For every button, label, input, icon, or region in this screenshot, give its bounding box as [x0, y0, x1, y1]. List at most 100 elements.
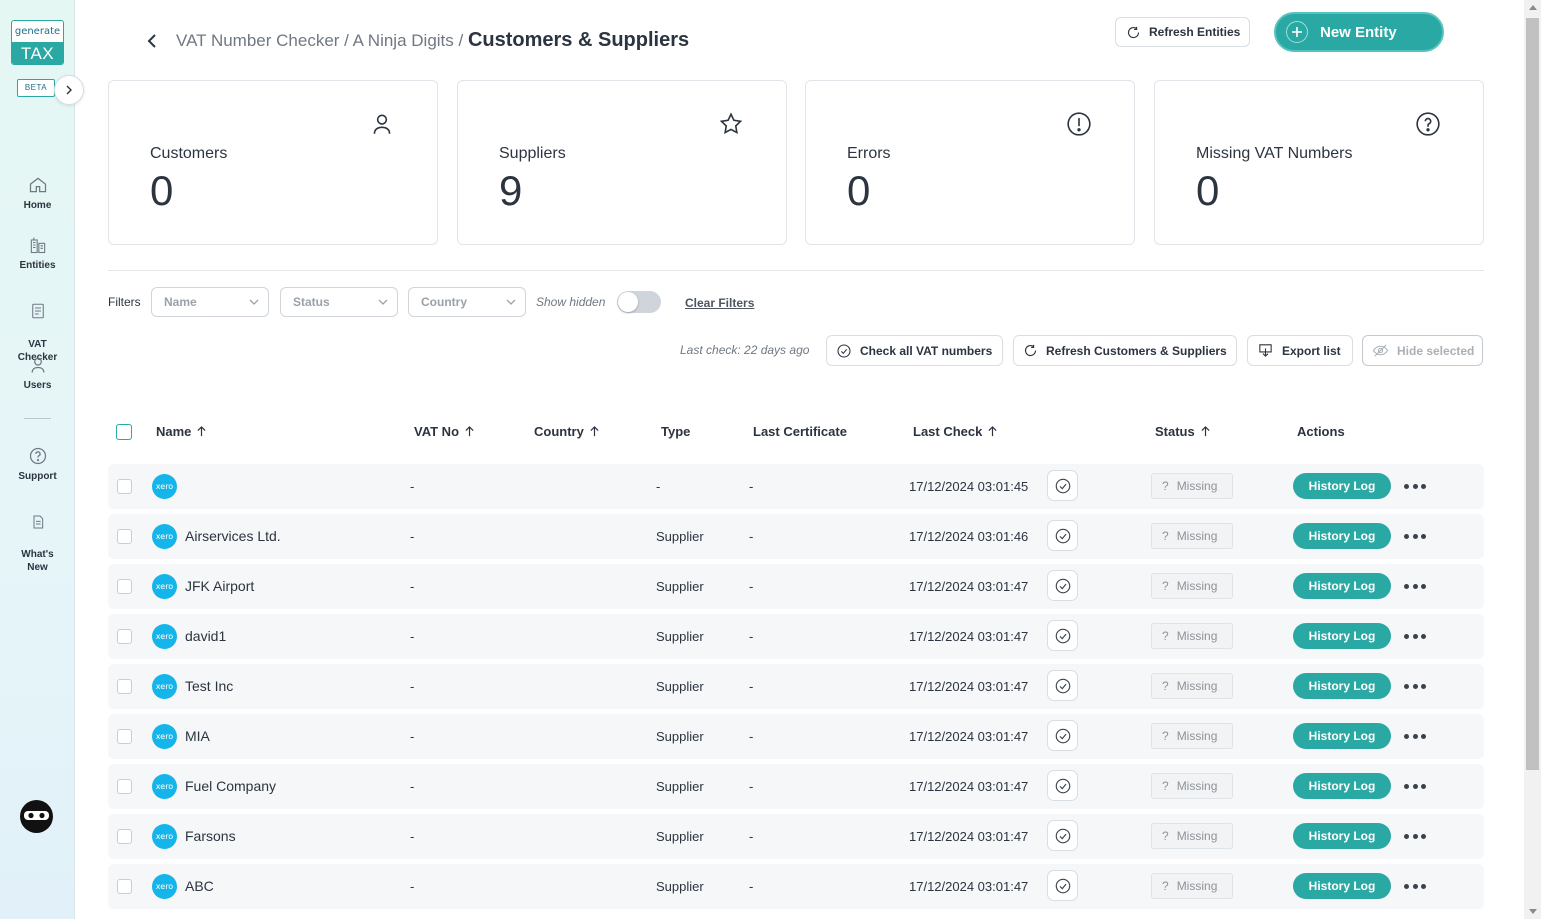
- column-header-country[interactable]: Country: [534, 424, 600, 439]
- stat-card-customers[interactable]: Customers 0: [108, 80, 438, 245]
- entity-name[interactable]: ABC: [185, 878, 214, 894]
- row-checkbox[interactable]: [117, 479, 132, 494]
- back-button[interactable]: [144, 32, 162, 50]
- scrollbar-thumb[interactable]: [1526, 18, 1539, 770]
- beta-badge: BETA: [17, 79, 55, 97]
- column-header-name[interactable]: Name: [156, 424, 207, 439]
- more-actions-icon[interactable]: [1404, 578, 1426, 594]
- scroll-up-arrow[interactable]: [1529, 5, 1537, 10]
- arrow-up-icon: [1201, 426, 1210, 437]
- table-row[interactable]: xero Airservices Ltd. - Supplier - 17/12…: [108, 514, 1484, 559]
- last-check-text: Last check: 22 days ago: [680, 343, 810, 357]
- row-checkbox[interactable]: [117, 829, 132, 844]
- more-actions-icon[interactable]: [1404, 628, 1426, 644]
- show-hidden-toggle[interactable]: [617, 291, 661, 313]
- page-scrollbar[interactable]: [1524, 0, 1541, 919]
- table-row[interactable]: xero Fuel Company - Supplier - 17/12/202…: [108, 764, 1484, 809]
- entity-name[interactable]: david1: [185, 628, 226, 644]
- sidebar-item-vat-checker[interactable]: VAT Checker: [0, 288, 75, 364]
- table-row[interactable]: xero ABC - Supplier - 17/12/2024 03:01:4…: [108, 864, 1484, 909]
- more-actions-icon[interactable]: [1404, 728, 1426, 744]
- table-row[interactable]: xero MIA - Supplier - 17/12/2024 03:01:4…: [108, 714, 1484, 759]
- history-log-button[interactable]: History Log: [1293, 773, 1391, 799]
- column-header-label: Last Certificate: [753, 424, 847, 439]
- check-all-vat-button[interactable]: Check all VAT numbers: [826, 335, 1003, 366]
- sidebar-item-support[interactable]: Support: [0, 446, 75, 483]
- refresh-customers-suppliers-button[interactable]: Refresh Customers & Suppliers: [1013, 335, 1237, 366]
- sidebar-item-label: Users: [23, 380, 52, 391]
- column-header-status[interactable]: Status: [1155, 424, 1211, 439]
- vat-number: -: [410, 729, 415, 744]
- sidebar-item-entities[interactable]: Entities: [0, 235, 75, 272]
- entity-name[interactable]: Farsons: [185, 828, 236, 844]
- generate-tax-logo[interactable]: generate TAX: [11, 20, 64, 65]
- more-actions-icon[interactable]: [1404, 778, 1426, 794]
- more-actions-icon[interactable]: [1404, 878, 1426, 894]
- check-vat-button[interactable]: [1047, 670, 1078, 701]
- clear-filters-link[interactable]: Clear Filters: [685, 296, 754, 310]
- entity-name[interactable]: Airservices Ltd.: [185, 528, 281, 544]
- entity-name[interactable]: JFK Airport: [185, 578, 254, 594]
- vat-number: -: [410, 679, 415, 694]
- row-checkbox[interactable]: [117, 879, 132, 894]
- sidebar-item-users[interactable]: Users: [0, 355, 75, 392]
- refresh-entities-button[interactable]: Refresh Entities: [1115, 17, 1250, 47]
- check-vat-button[interactable]: [1047, 770, 1078, 801]
- last-check-time: 17/12/2024 03:01:46: [909, 529, 1029, 544]
- history-log-button[interactable]: History Log: [1293, 473, 1391, 499]
- country-filter-select[interactable]: Country: [408, 287, 526, 317]
- scroll-down-arrow[interactable]: [1529, 909, 1537, 914]
- status-filter-select[interactable]: Status: [280, 287, 398, 317]
- row-checkbox[interactable]: [117, 529, 132, 544]
- column-header-last-check[interactable]: Last Check: [913, 424, 998, 439]
- row-checkbox[interactable]: [117, 779, 132, 794]
- more-actions-icon[interactable]: [1404, 528, 1426, 544]
- more-actions-icon[interactable]: [1404, 478, 1426, 494]
- name-filter-select[interactable]: Name: [151, 287, 269, 317]
- entity-name[interactable]: Fuel Company: [185, 778, 276, 794]
- stat-card-errors[interactable]: Errors 0: [805, 80, 1135, 245]
- sidebar-item-home[interactable]: Home: [0, 175, 75, 212]
- user-avatar[interactable]: [20, 800, 53, 833]
- vat-number: -: [410, 879, 415, 894]
- history-log-button[interactable]: History Log: [1293, 673, 1391, 699]
- more-actions-icon[interactable]: [1404, 828, 1426, 844]
- entity-name[interactable]: MIA: [185, 728, 210, 744]
- table-row[interactable]: xero JFK Airport - Supplier - 17/12/2024…: [108, 564, 1484, 609]
- check-vat-button[interactable]: [1047, 720, 1078, 751]
- stat-card-missing-vat[interactable]: Missing VAT Numbers 0: [1154, 80, 1484, 245]
- breadcrumb-path[interactable]: VAT Number Checker / A Ninja Digits /: [176, 31, 468, 50]
- more-actions-icon[interactable]: [1404, 678, 1426, 694]
- hide-selected-button[interactable]: Hide selected: [1362, 335, 1483, 366]
- history-log-button[interactable]: History Log: [1293, 523, 1391, 549]
- history-log-button[interactable]: History Log: [1293, 823, 1391, 849]
- row-checkbox[interactable]: [117, 629, 132, 644]
- entity-name[interactable]: Test Inc: [185, 678, 233, 694]
- history-log-button[interactable]: History Log: [1293, 723, 1391, 749]
- row-checkbox[interactable]: [117, 579, 132, 594]
- row-checkbox[interactable]: [117, 679, 132, 694]
- table-row[interactable]: xero Farsons - Supplier - 17/12/2024 03:…: [108, 814, 1484, 859]
- table-row[interactable]: xero david1 - Supplier - 17/12/2024 03:0…: [108, 614, 1484, 659]
- sidebar-expand-button[interactable]: [54, 75, 84, 105]
- column-header-vat-no[interactable]: VAT No: [414, 424, 475, 439]
- row-checkbox[interactable]: [117, 729, 132, 744]
- export-list-button[interactable]: Export list: [1247, 335, 1353, 366]
- history-log-button[interactable]: History Log: [1293, 573, 1391, 599]
- history-log-button[interactable]: History Log: [1293, 873, 1391, 899]
- check-vat-button[interactable]: [1047, 470, 1078, 501]
- check-vat-button[interactable]: [1047, 520, 1078, 551]
- table-row[interactable]: xero - - - 17/12/2024 03:01:45 ? Missing…: [108, 464, 1484, 509]
- stat-card-suppliers[interactable]: Suppliers 9: [457, 80, 787, 245]
- new-entity-button[interactable]: New Entity: [1274, 12, 1444, 52]
- check-vat-button[interactable]: [1047, 820, 1078, 851]
- sidebar-item-whats-new[interactable]: What's New: [0, 500, 75, 574]
- select-all-checkbox[interactable]: [116, 424, 132, 440]
- history-log-button[interactable]: History Log: [1293, 623, 1391, 649]
- check-vat-button[interactable]: [1047, 870, 1078, 901]
- table-row[interactable]: xero Test Inc - Supplier - 17/12/2024 03…: [108, 664, 1484, 709]
- column-header-label: Actions: [1297, 424, 1345, 439]
- plus-icon: [1286, 21, 1308, 43]
- check-vat-button[interactable]: [1047, 620, 1078, 651]
- check-vat-button[interactable]: [1047, 570, 1078, 601]
